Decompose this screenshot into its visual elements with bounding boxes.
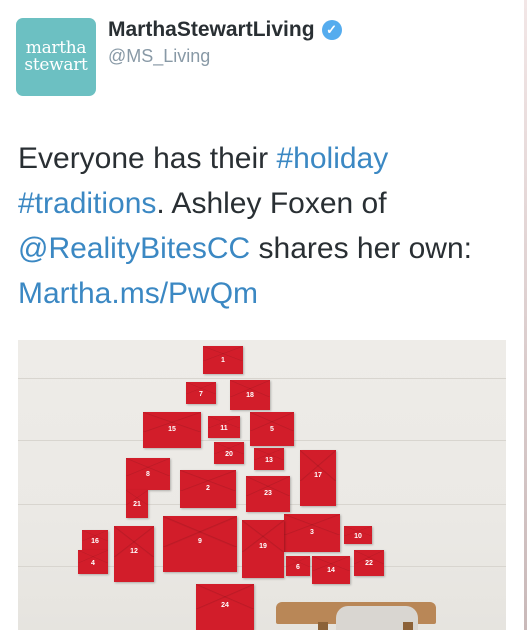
envelope-number: 3 — [310, 529, 314, 537]
envelope-number: 12 — [130, 548, 138, 556]
mention-link[interactable]: @RealityBitesCC — [18, 232, 250, 265]
display-name[interactable]: MarthaStewartLiving ✓ — [108, 18, 342, 42]
tweet-text-part: shares her own: — [250, 232, 472, 265]
tweet-text: Everyone has their #holiday #traditions.… — [18, 136, 518, 316]
chair-leg — [318, 622, 328, 630]
envelope-number: 21 — [133, 501, 141, 509]
advent-envelope: 13 — [254, 448, 284, 470]
envelope-number: 17 — [314, 472, 322, 480]
envelope-number: 13 — [265, 456, 273, 464]
tweet-card: martha stewart MarthaStewartLiving ✓ @MS… — [0, 0, 527, 630]
envelope-number: 11 — [220, 424, 228, 432]
envelope-number: 8 — [146, 470, 150, 478]
advent-envelope: 8 — [126, 458, 170, 490]
display-name-text: MarthaStewartLiving — [108, 18, 315, 41]
advent-envelope: 21 — [126, 490, 148, 518]
verified-badge-icon: ✓ — [321, 20, 342, 40]
tweet-photo[interactable]: 1 7 18 15 11 5 20 13 8 21 2 23 17 9 3 10 16 12 19 6 14 22 4 24 — [18, 340, 506, 630]
advent-envelope: 15 — [143, 412, 201, 448]
advent-envelope: 2 — [180, 470, 236, 508]
advent-envelope: 23 — [246, 476, 290, 512]
envelope-number: 2 — [206, 485, 210, 493]
advent-envelope: 1 — [203, 346, 243, 374]
envelope-number: 7 — [199, 390, 203, 398]
url-link[interactable]: Martha.ms/PwQm — [18, 277, 258, 310]
advent-envelope: 19 — [242, 520, 284, 578]
hashtag-traditions-link[interactable]: #traditions — [18, 187, 156, 220]
hashtag-holiday-link[interactable]: #holiday — [276, 142, 388, 175]
envelope-number: 10 — [354, 533, 362, 541]
advent-envelope: 18 — [230, 380, 270, 410]
advent-envelope: 7 — [186, 382, 216, 404]
tweet-text-part: . Ashley Foxen of — [156, 187, 387, 220]
avatar-text-line2: stewart — [24, 55, 88, 75]
user-handle[interactable]: @MS_Living — [108, 46, 210, 67]
tweet-line-2: #traditions. Ashley Foxen of — [18, 181, 518, 226]
advent-envelope: 12 — [114, 526, 154, 582]
advent-envelope: 11 — [208, 416, 240, 438]
envelope-number: 14 — [327, 567, 335, 575]
envelope-number: 18 — [246, 392, 254, 399]
advent-envelope: 6 — [286, 556, 310, 576]
advent-envelope: 14 — [312, 556, 350, 584]
chair-leg — [403, 622, 413, 630]
tweet-line-4: Martha.ms/PwQm — [18, 271, 518, 316]
advent-envelope: 17 — [300, 450, 336, 506]
advent-envelope: 3 — [284, 514, 340, 552]
envelope-number: 5 — [270, 425, 274, 433]
tweet-line-1: Everyone has their #holiday — [18, 136, 518, 181]
tweet-text-part: Everyone has their — [18, 142, 277, 175]
envelope-number: 16 — [91, 538, 99, 545]
envelope-number: 9 — [198, 538, 202, 546]
advent-envelope: 22 — [354, 550, 384, 576]
envelope-number: 1 — [221, 357, 225, 365]
advent-envelope: 10 — [344, 526, 372, 544]
envelope-number: 24 — [221, 602, 229, 610]
advent-envelope: 4 — [78, 550, 108, 574]
envelope-number: 6 — [296, 564, 300, 571]
advent-envelope: 24 — [196, 584, 254, 630]
advent-envelope: 9 — [163, 516, 237, 572]
envelope-number: 19 — [259, 543, 267, 551]
envelope-number: 23 — [264, 490, 272, 498]
wall-plank-line — [18, 378, 506, 379]
envelope-number: 20 — [225, 450, 233, 458]
tweet-line-3: @RealityBitesCC shares her own: — [18, 226, 518, 271]
advent-envelope: 16 — [82, 530, 108, 550]
envelope-number: 4 — [91, 559, 95, 567]
advent-envelope: 20 — [214, 442, 244, 464]
avatar[interactable]: martha stewart — [16, 18, 96, 96]
envelope-number: 22 — [365, 560, 373, 568]
advent-envelope: 5 — [250, 412, 294, 446]
envelope-number: 15 — [168, 426, 176, 434]
